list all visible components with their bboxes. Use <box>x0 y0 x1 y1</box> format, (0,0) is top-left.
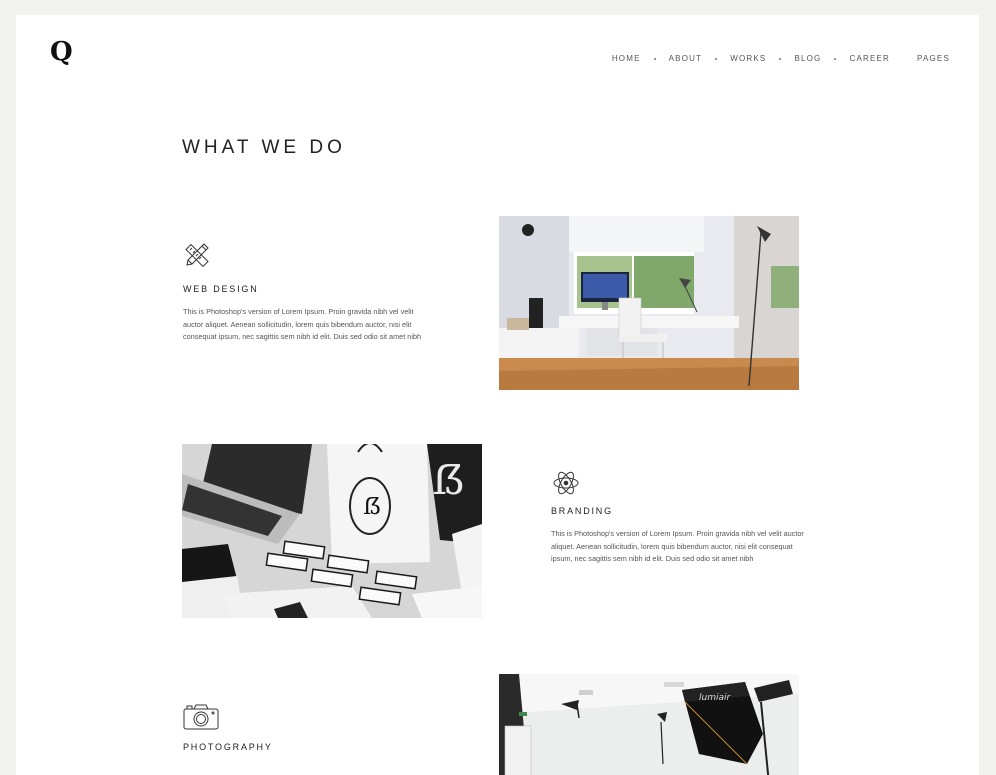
atom-icon <box>551 468 581 498</box>
workspace-photo <box>499 216 799 390</box>
nav-works[interactable]: WORKS <box>730 54 766 63</box>
svg-text:ẞ: ẞ <box>432 458 465 504</box>
pencil-ruler-icon <box>182 240 212 270</box>
nav-separator <box>834 57 837 60</box>
nav-separator <box>653 57 656 60</box>
nav-separator <box>715 57 718 60</box>
nav-about[interactable]: ABOUT <box>669 54 703 63</box>
page-card: Q HOME ABOUT WORKS BLOG CAREER PAGES WHA… <box>16 15 979 775</box>
studio-photo: lumiair <box>499 674 799 775</box>
nav-separator <box>779 57 782 60</box>
feature-heading-web-design: WEB DESIGN <box>183 284 259 294</box>
stationery-photo: ẞ ẞ <box>182 444 482 618</box>
svg-text:ẞ: ẞ <box>363 495 381 520</box>
camera-icon <box>182 702 220 732</box>
page-title: WHAT WE DO <box>182 137 346 158</box>
feature-heading-photography: PHOTOGRAPHY <box>183 742 273 752</box>
svg-text:lumiair: lumiair <box>699 693 731 703</box>
feature-text-web-design: This is Photoshop's version of Lorem Ips… <box>183 307 422 342</box>
main-nav: HOME ABOUT WORKS BLOG CAREER PAGES <box>612 54 950 63</box>
nav-career[interactable]: CAREER <box>849 54 890 63</box>
logo[interactable]: Q <box>50 39 73 65</box>
feature-text-branding: This is Photoshop's version of Lorem Ips… <box>551 529 804 564</box>
nav-pages[interactable]: PAGES <box>917 54 950 63</box>
nav-home[interactable]: HOME <box>612 54 641 63</box>
nav-blog[interactable]: BLOG <box>794 54 821 63</box>
feature-heading-branding: BRANDING <box>551 506 613 516</box>
